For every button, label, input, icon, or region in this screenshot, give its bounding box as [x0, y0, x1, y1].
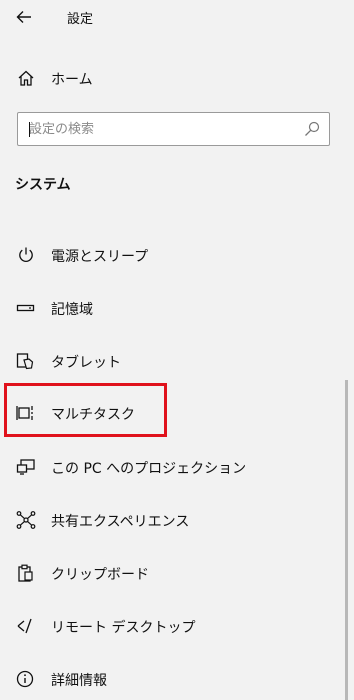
- search-icon[interactable]: [304, 121, 320, 137]
- selection-highlight-frame: [4, 383, 167, 437]
- title-bar: 設定: [0, 0, 354, 34]
- nav-item-remote-desktop[interactable]: リモート デスクトップ: [0, 609, 354, 643]
- nav-item-label: タブレット: [51, 355, 121, 371]
- search-box[interactable]: [17, 112, 330, 146]
- storage-icon: [16, 304, 35, 312]
- scrollbar[interactable]: [345, 380, 348, 700]
- nav-item-tablet[interactable]: タブレット: [0, 344, 354, 378]
- nav-item-storage[interactable]: 記憶域: [0, 291, 354, 325]
- nav-item-label: 詳細情報: [51, 673, 107, 689]
- nav-item-power-sleep[interactable]: 電源とスリープ: [0, 238, 354, 272]
- clipboard-icon: [18, 564, 33, 582]
- nav-item-label: この PC へのプロジェクション: [51, 461, 247, 477]
- projection-icon: [16, 459, 35, 475]
- nav-item-shared-experiences[interactable]: 共有エクスペリエンス: [0, 503, 354, 537]
- home-icon: [18, 70, 34, 86]
- nav-item-label: 電源とスリープ: [51, 249, 149, 265]
- tablet-icon: [16, 353, 34, 370]
- nav-item-label: クリップボード: [51, 567, 149, 583]
- search-input[interactable]: [18, 113, 308, 145]
- home-label: ホーム: [51, 72, 93, 88]
- nav-item-label: リモート デスクトップ: [51, 620, 196, 636]
- nav-item-label: 記憶域: [51, 302, 93, 318]
- nav-item-projection[interactable]: この PC へのプロジェクション: [0, 450, 354, 484]
- home-link[interactable]: ホーム: [0, 62, 354, 94]
- info-icon: [16, 670, 34, 688]
- nav-item-clipboard[interactable]: クリップボード: [0, 556, 354, 590]
- back-arrow-icon: [16, 11, 31, 23]
- back-button[interactable]: [10, 4, 38, 30]
- remote-desktop-icon: [17, 618, 32, 634]
- section-heading: システム: [15, 177, 71, 193]
- power-icon: [19, 247, 33, 262]
- nav-item-about[interactable]: 詳細情報: [0, 662, 354, 696]
- page-title: 設定: [67, 12, 94, 27]
- text-cursor: [29, 122, 30, 137]
- nav-item-label: 共有エクスペリエンス: [51, 514, 190, 530]
- shared-experiences-icon: [16, 511, 36, 529]
